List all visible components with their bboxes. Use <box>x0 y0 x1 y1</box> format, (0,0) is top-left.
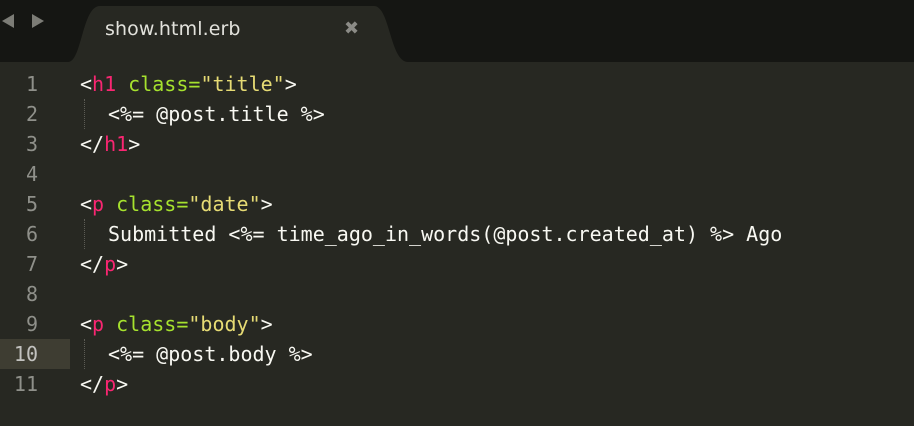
code-line: 3 </h1> <box>0 129 914 159</box>
close-icon[interactable]: ✖ <box>344 18 359 39</box>
code-line-current: 10 <%= @post.body %> <box>0 339 914 369</box>
line-number: 1 <box>25 72 38 96</box>
tag-name: p <box>104 252 117 276</box>
line-number: 8 <box>25 282 38 306</box>
line-number: 3 <box>25 132 38 156</box>
triangle-left-icon[interactable] <box>2 14 14 28</box>
code-text: <%= @post.body %> <box>108 342 313 366</box>
code-text: </h1> <box>80 132 140 156</box>
tag-name: h1 <box>104 132 129 156</box>
tab-show-html-erb[interactable]: show.html.erb ✖ <box>68 6 408 62</box>
line-number: 10 <box>13 342 38 366</box>
attribute-value: "body" <box>188 312 261 336</box>
tag-bracket: > <box>284 72 297 96</box>
tab-title: show.html.erb <box>105 18 241 40</box>
tab-bar: show.html.erb ✖ <box>0 0 914 62</box>
tag-name: p <box>92 192 105 216</box>
tag-name: p <box>104 372 117 396</box>
tag-bracket: </ <box>80 252 105 276</box>
attribute-value: "date" <box>188 192 261 216</box>
line-number: 7 <box>25 252 38 276</box>
tag-bracket: > <box>260 312 273 336</box>
tag-bracket: </ <box>80 372 105 396</box>
code-text: <%= @post.title %> <box>108 102 325 126</box>
code-line: 11 </p> <box>0 369 914 399</box>
indent-guide <box>84 99 85 129</box>
tag-bracket: > <box>128 132 141 156</box>
line-number: 5 <box>25 192 38 216</box>
code-text: </p> <box>80 372 128 396</box>
line-number: 2 <box>25 102 38 126</box>
line-number: 6 <box>25 222 38 246</box>
code-line: 8 <box>0 279 914 309</box>
tag-bracket: > <box>260 192 273 216</box>
code-line: 9 <p class="body"> <box>0 309 914 339</box>
tag-bracket: < <box>80 312 93 336</box>
tag-bracket: </ <box>80 132 105 156</box>
code-line: 6 Submitted <%= time_ago_in_words(@post.… <box>0 219 914 249</box>
tag-bracket: < <box>80 192 93 216</box>
code-line: 2 <%= @post.title %> <box>0 99 914 129</box>
code-text: </p> <box>80 252 128 276</box>
code-text: <p class="body"> <box>80 312 273 336</box>
code-editor[interactable]: 1 <h1 class="title"> 2 <%= @post.title %… <box>0 62 914 426</box>
tag-name: h1 <box>92 72 117 96</box>
attribute-value: "title" <box>200 72 285 96</box>
tag-name: p <box>92 312 105 336</box>
tag-bracket: > <box>116 372 129 396</box>
attribute-name: class= <box>104 192 189 216</box>
triangle-right-icon[interactable] <box>32 14 44 28</box>
code-line: 4 <box>0 159 914 189</box>
code-text: <h1 class="title"> <box>80 72 297 96</box>
code-line: 5 <p class="date"> <box>0 189 914 219</box>
indent-guide <box>84 219 85 249</box>
attribute-name: class= <box>104 312 189 336</box>
line-number: 9 <box>25 312 38 336</box>
line-number: 4 <box>25 162 38 186</box>
tag-bracket: > <box>116 252 129 276</box>
code-line: 1 <h1 class="title"> <box>0 69 914 99</box>
code-text: <p class="date"> <box>80 192 273 216</box>
line-number: 11 <box>13 372 38 396</box>
tag-bracket: < <box>80 72 93 96</box>
code-line: 7 </p> <box>0 249 914 279</box>
attribute-name: class= <box>116 72 201 96</box>
code-text: Submitted <%= time_ago_in_words(@post.cr… <box>108 222 783 246</box>
indent-guide <box>84 339 85 369</box>
